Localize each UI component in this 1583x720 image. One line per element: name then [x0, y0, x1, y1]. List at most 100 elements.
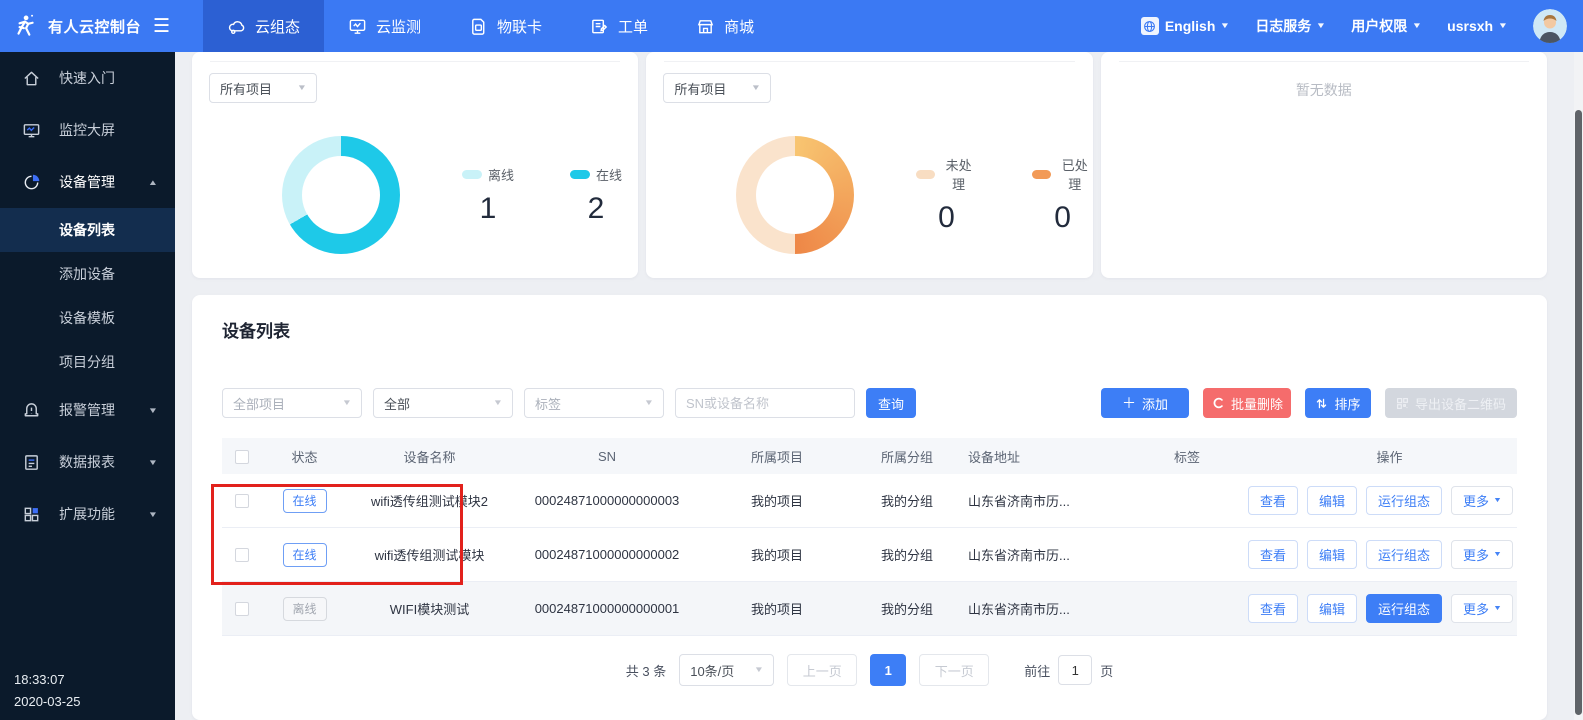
- tag-filter-select[interactable]: 标签 ▼: [524, 388, 664, 418]
- sidebar-item-device-mgmt[interactable]: 设备管理 ▲: [0, 156, 175, 208]
- chevron-down-icon: ▼: [1498, 22, 1508, 30]
- table-row: 在线 wifi透传组测试模块 00024871000000000002 我的项目…: [222, 528, 1517, 582]
- alarm-status-card: 所有项目 ▼ 未处理 0 已处理: [646, 52, 1092, 278]
- sidebar-subitem-device-list[interactable]: 设备列表: [0, 208, 175, 252]
- button-label: 更多: [1463, 545, 1489, 564]
- sidebar-item-monitor-screen[interactable]: 监控大屏: [0, 104, 175, 156]
- edit-button[interactable]: 编辑: [1307, 486, 1357, 515]
- nav-tab-label: 物联卡: [497, 16, 542, 37]
- sidebar-subitem-add-device[interactable]: 添加设备: [0, 252, 175, 296]
- page-size-select[interactable]: 10条/页 ▼: [679, 654, 774, 686]
- sidebar-subitem-device-template[interactable]: 设备模板: [0, 296, 175, 340]
- col-sn: SN: [512, 449, 702, 464]
- legend-item-online: 在线 2: [570, 165, 622, 226]
- more-button[interactable]: 更多 ▼: [1451, 540, 1513, 569]
- overview-cards: 所有项目 ▼ 离线 1 在线: [192, 52, 1547, 278]
- query-button[interactable]: 查询: [866, 388, 916, 418]
- sidebar-item-extensions[interactable]: 扩展功能 ▼: [0, 488, 175, 540]
- select-all-checkbox[interactable]: [235, 450, 249, 464]
- row-checkbox[interactable]: [235, 494, 249, 508]
- sidebar-subitem-project-group[interactable]: 项目分组: [0, 340, 175, 384]
- view-button[interactable]: 查看: [1248, 486, 1298, 515]
- add-device-button[interactable]: ＋ 添加: [1101, 388, 1189, 418]
- username-label: usrsxh: [1447, 18, 1493, 34]
- action-toolbar: ＋ 添加 批量删除 排序: [1101, 388, 1517, 418]
- button-label: 排序: [1334, 394, 1360, 413]
- chevron-down-icon: ▼: [754, 666, 764, 674]
- sidebar-item-label: 报警管理: [59, 400, 115, 420]
- scrollbar-track: [1574, 52, 1583, 720]
- big-screen-icon: [22, 121, 41, 140]
- legend-item-unprocessed: 未处理 0: [916, 155, 976, 235]
- run-scada-button[interactable]: 运行组态: [1366, 540, 1442, 569]
- user-permission-menu[interactable]: 用户权限 ▼: [1351, 16, 1421, 36]
- sidebar-clock: 18:33:07 2020-03-25: [14, 669, 81, 715]
- sn-search-input[interactable]: [675, 388, 855, 418]
- chevron-down-icon: ▼: [1412, 22, 1422, 30]
- device-address: 山东省济南市历...: [962, 599, 1112, 618]
- next-page-button[interactable]: 下一页: [919, 654, 989, 686]
- sort-button[interactable]: 排序: [1305, 388, 1371, 418]
- col-address: 设备地址: [962, 447, 1112, 466]
- legend-swatch-online: [570, 170, 590, 179]
- button-label: 批量删除: [1231, 394, 1283, 413]
- avatar[interactable]: [1533, 9, 1567, 43]
- export-qr-button[interactable]: 导出设备二维码: [1385, 388, 1517, 418]
- col-status: 状态: [262, 447, 347, 466]
- row-checkbox[interactable]: [235, 602, 249, 616]
- col-tag: 标签: [1112, 447, 1262, 466]
- more-button[interactable]: 更多 ▼: [1451, 486, 1513, 515]
- batch-delete-button[interactable]: 批量删除: [1203, 388, 1291, 418]
- nav-tab-label: 工单: [618, 16, 648, 37]
- more-button[interactable]: 更多 ▼: [1451, 594, 1513, 623]
- globe-icon: [1141, 17, 1159, 35]
- sidebar-item-data-report[interactable]: 数据报表 ▼: [0, 436, 175, 488]
- chevron-down-icon: ▼: [148, 458, 158, 467]
- chevron-down-icon: ▼: [148, 510, 158, 519]
- chevron-down-icon: ▼: [1493, 551, 1502, 558]
- run-scada-button[interactable]: 运行组态: [1366, 486, 1442, 515]
- chevron-down-icon: ▼: [751, 84, 761, 92]
- goto-page-input[interactable]: [1058, 655, 1092, 685]
- device-status-project-select[interactable]: 所有项目 ▼: [209, 73, 317, 103]
- nav-tab-cloud-scada[interactable]: 云组态: [203, 0, 324, 52]
- status-filter-select[interactable]: 全部 ▼: [373, 388, 513, 418]
- card-divider: [664, 61, 1074, 62]
- chevron-down-icon: ▼: [297, 84, 307, 92]
- view-button[interactable]: 查看: [1248, 540, 1298, 569]
- project-filter-select[interactable]: 全部项目 ▼: [222, 388, 362, 418]
- nav-tab-cloud-monitor[interactable]: 云监测: [324, 0, 445, 52]
- alarm-project-select[interactable]: 所有项目 ▼: [663, 73, 771, 103]
- nav-tab-mall[interactable]: 商城: [672, 0, 778, 52]
- sidebar: 快速入门 监控大屏 设备管理 ▲ 设备列表 添加设备 设备模板 项目分组: [0, 52, 175, 720]
- sidebar-item-alarm-mgmt[interactable]: 报警管理 ▼: [0, 384, 175, 436]
- clock-time: 18:33:07: [14, 669, 81, 692]
- nav-tab-work-order[interactable]: 工单: [566, 0, 672, 52]
- scrollbar-thumb[interactable]: [1575, 110, 1582, 715]
- select-value: 所有项目: [220, 79, 272, 98]
- select-value: 所有项目: [674, 79, 726, 98]
- legend-label: 未处理: [941, 155, 977, 193]
- hamburger-menu-icon[interactable]: ☰: [153, 17, 170, 36]
- nav-tab-iot-card[interactable]: 物联卡: [445, 0, 566, 52]
- page-1-button[interactable]: 1: [870, 654, 906, 686]
- view-button[interactable]: 查看: [1248, 594, 1298, 623]
- device-group: 我的分组: [852, 491, 962, 510]
- user-account-menu[interactable]: usrsxh ▼: [1447, 18, 1507, 34]
- language-switcher[interactable]: English ▼: [1141, 17, 1229, 35]
- table-row: 离线 WIFI模块测试 00024871000000000001 我的项目 我的…: [222, 582, 1517, 636]
- col-ops: 操作: [1262, 447, 1517, 466]
- plus-icon: ＋: [1122, 396, 1136, 410]
- edit-button[interactable]: 编辑: [1307, 540, 1357, 569]
- run-scada-button[interactable]: 运行组态: [1366, 594, 1442, 623]
- legend-value-processed: 0: [1032, 201, 1092, 235]
- prev-page-button[interactable]: 上一页: [787, 654, 857, 686]
- log-service-menu[interactable]: 日志服务 ▼: [1255, 16, 1325, 36]
- legend-swatch-processed: [1032, 170, 1050, 179]
- edit-button[interactable]: 编辑: [1307, 594, 1357, 623]
- sidebar-item-quick-start[interactable]: 快速入门: [0, 52, 175, 104]
- row-checkbox[interactable]: [235, 548, 249, 562]
- clock-date: 2020-03-25: [14, 691, 81, 714]
- brand[interactable]: 有人云控制台 ☰: [0, 0, 175, 52]
- goto-label: 前往: [1024, 661, 1050, 680]
